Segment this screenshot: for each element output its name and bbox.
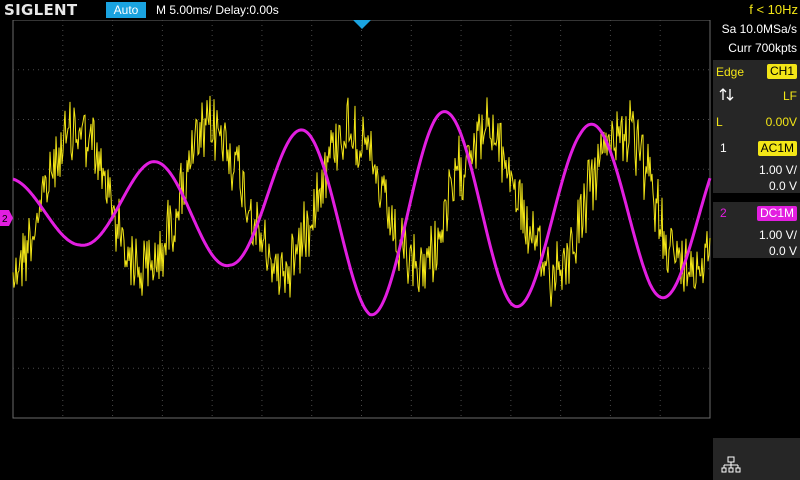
frequency-readout: f < 10Hz bbox=[749, 2, 798, 17]
waveform-display[interactable]: 2 bbox=[0, 20, 713, 480]
network-icon bbox=[721, 456, 741, 473]
trigger-type: Edge bbox=[716, 65, 745, 79]
trigger-coupling: LF bbox=[782, 89, 797, 103]
ch2-coupling-badge: DC1M bbox=[756, 206, 797, 221]
ch2-number: 2 bbox=[720, 206, 727, 220]
ch2-scale: 1.00 V/ bbox=[758, 228, 797, 242]
ch1-offset: 0.0 V bbox=[768, 179, 797, 193]
trigger-mode-badge[interactable]: Auto bbox=[106, 2, 146, 18]
graticule-frame bbox=[12, 20, 711, 419]
trigger-source-badge: CH1 bbox=[766, 64, 797, 79]
ch1-panel[interactable]: 1 AC1M 1.00 V/ 0.0 V bbox=[713, 137, 800, 193]
ch2-offset: 0.0 V bbox=[768, 244, 797, 258]
trigger-level: 0.00V bbox=[765, 115, 797, 129]
memory-depth: Curr 700kpts bbox=[728, 41, 797, 55]
trigger-level-label: L bbox=[716, 115, 723, 129]
sample-rate: Sa 10.0MSa/s bbox=[721, 22, 797, 36]
network-status[interactable] bbox=[713, 438, 800, 480]
brand-logo: SIGLENT bbox=[4, 1, 78, 19]
ch2-ground-marker[interactable]: 2 bbox=[0, 210, 13, 226]
ch2-panel[interactable]: 2 DC1M 1.00 V/ 0.0 V bbox=[713, 202, 800, 258]
svg-text:2: 2 bbox=[2, 214, 8, 225]
ch1-scale: 1.00 V/ bbox=[758, 163, 797, 177]
top-status-bar: SIGLENT Auto M 5.00ms/ Delay:0.00s f < 1… bbox=[0, 0, 800, 20]
ch1-number: 1 bbox=[720, 141, 727, 155]
timebase-readout[interactable]: M 5.00ms/ Delay:0.00s bbox=[156, 1, 279, 19]
ch1-coupling-badge: AC1M bbox=[757, 141, 797, 156]
slope-both-icon bbox=[719, 88, 734, 101]
right-info-panel: Sa 10.0MSa/s Curr 700kpts Edge CH1 LF L … bbox=[713, 20, 800, 480]
